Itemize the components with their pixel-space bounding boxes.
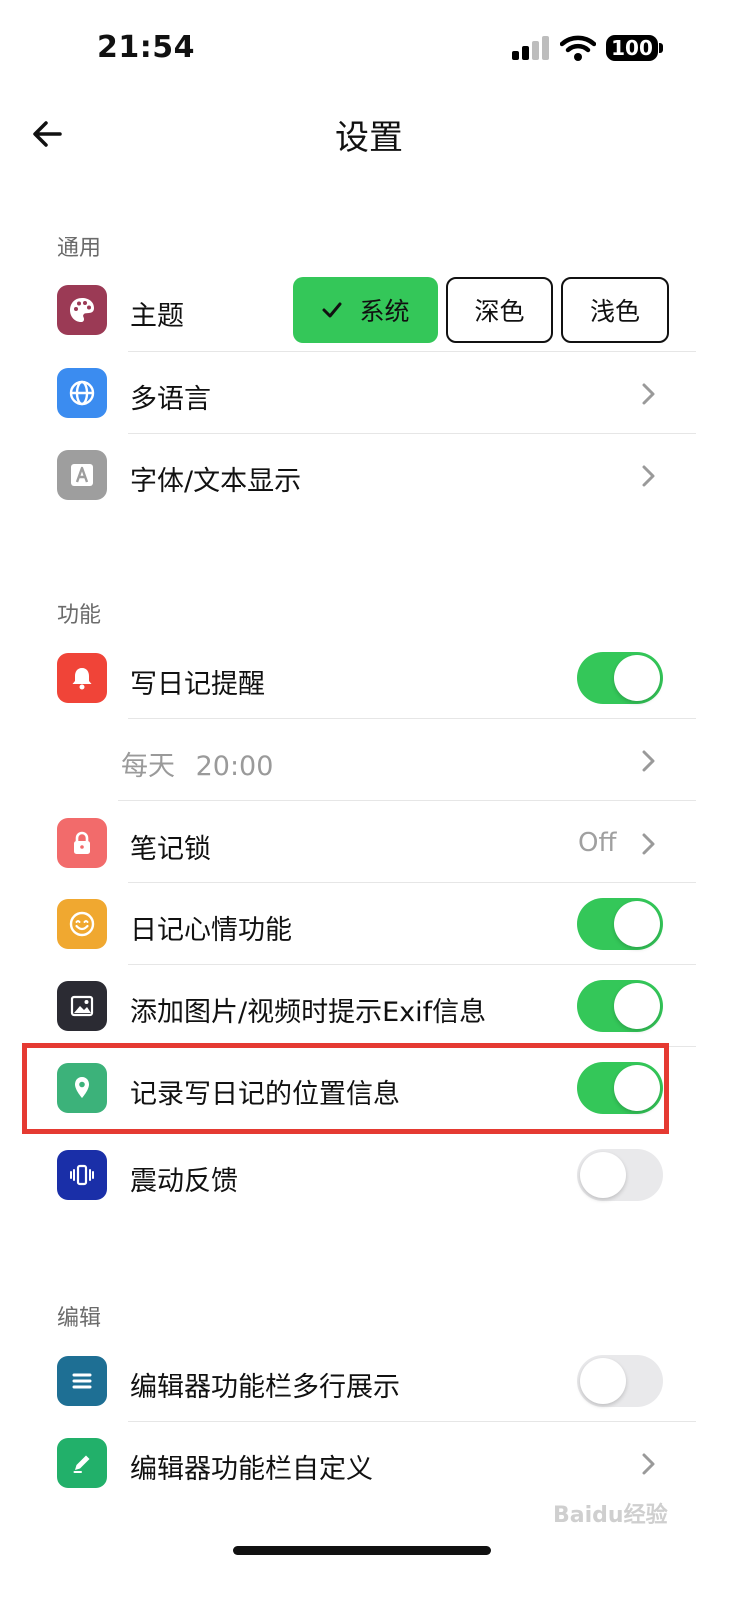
chevron-right-icon bbox=[642, 465, 655, 487]
cellular-signal-icon bbox=[512, 36, 549, 60]
mood-label: 日记心情功能 bbox=[130, 915, 292, 946]
chevron-right-icon bbox=[642, 750, 655, 772]
language-label: 多语言 bbox=[130, 384, 211, 415]
toggle-knob bbox=[614, 901, 660, 947]
back-arrow-icon[interactable] bbox=[28, 114, 68, 154]
theme-option-light[interactable]: 浅色 bbox=[561, 277, 669, 343]
theme-option-dark[interactable]: 深色 bbox=[446, 277, 553, 343]
toggle-knob bbox=[580, 1358, 626, 1404]
watermark: Baidu经验 bbox=[553, 1503, 668, 1528]
section-header-general: 通用 bbox=[57, 236, 102, 261]
home-indicator[interactable] bbox=[233, 1546, 491, 1555]
battery-indicator: 100 bbox=[606, 35, 658, 61]
theme-label: 主题 bbox=[130, 301, 184, 332]
section-header-features: 功能 bbox=[57, 603, 102, 628]
toolbar-multiline-label: 编辑器功能栏多行展示 bbox=[130, 1372, 400, 1403]
settings-row-note-lock[interactable] bbox=[0, 801, 738, 882]
pencil-icon bbox=[57, 1438, 107, 1488]
toggle-knob bbox=[614, 983, 660, 1029]
battery-nub bbox=[659, 43, 663, 53]
menu-icon bbox=[57, 1356, 107, 1406]
settings-row-language[interactable] bbox=[0, 352, 738, 433]
note-lock-value: Off bbox=[578, 828, 617, 858]
section-header-editing: 编辑 bbox=[57, 1306, 102, 1331]
note-lock-label: 笔记锁 bbox=[130, 834, 211, 865]
reminder-schedule-label: 每天 20:00 bbox=[121, 751, 274, 782]
theme-option-system-label: 系统 bbox=[359, 297, 410, 326]
page-title: 设置 bbox=[335, 118, 403, 158]
divider bbox=[128, 964, 696, 965]
settings-row-reminder-schedule[interactable] bbox=[0, 719, 738, 800]
exif-toggle[interactable] bbox=[577, 980, 663, 1032]
lock-icon bbox=[57, 818, 107, 868]
font-label: 字体/文本显示 bbox=[130, 466, 302, 497]
divider bbox=[128, 882, 696, 883]
toggle-knob bbox=[580, 1152, 626, 1198]
smile-icon bbox=[57, 899, 107, 949]
vibrate-icon bbox=[57, 1150, 107, 1200]
globe-icon bbox=[57, 368, 107, 418]
highlight-box bbox=[22, 1043, 669, 1134]
theme-option-dark-label: 深色 bbox=[474, 297, 525, 326]
reminder-toggle[interactable] bbox=[577, 652, 663, 704]
bell-icon bbox=[57, 653, 107, 703]
theme-option-system[interactable]: 系统 bbox=[293, 277, 438, 343]
theme-option-light-label: 浅色 bbox=[589, 297, 640, 326]
exif-label: 添加图片/视频时提示Exif信息 bbox=[130, 997, 487, 1028]
checkmark-icon bbox=[322, 302, 342, 318]
chevron-right-icon bbox=[642, 833, 655, 855]
toolbar-custom-label: 编辑器功能栏自定义 bbox=[130, 1454, 373, 1485]
settings-row-font[interactable] bbox=[0, 434, 738, 516]
palette-icon bbox=[57, 285, 107, 335]
wifi-icon bbox=[560, 35, 596, 61]
status-time: 21:54 bbox=[97, 30, 195, 65]
chevron-right-icon bbox=[642, 1453, 655, 1475]
image-icon bbox=[57, 981, 107, 1031]
mood-toggle[interactable] bbox=[577, 898, 663, 950]
reminder-label: 写日记提醒 bbox=[130, 669, 265, 700]
toggle-knob bbox=[614, 655, 660, 701]
font-icon bbox=[57, 450, 107, 500]
haptics-label: 震动反馈 bbox=[130, 1166, 238, 1197]
haptics-toggle[interactable] bbox=[577, 1149, 663, 1201]
toolbar-multiline-toggle[interactable] bbox=[577, 1355, 663, 1407]
chevron-right-icon bbox=[642, 383, 655, 405]
